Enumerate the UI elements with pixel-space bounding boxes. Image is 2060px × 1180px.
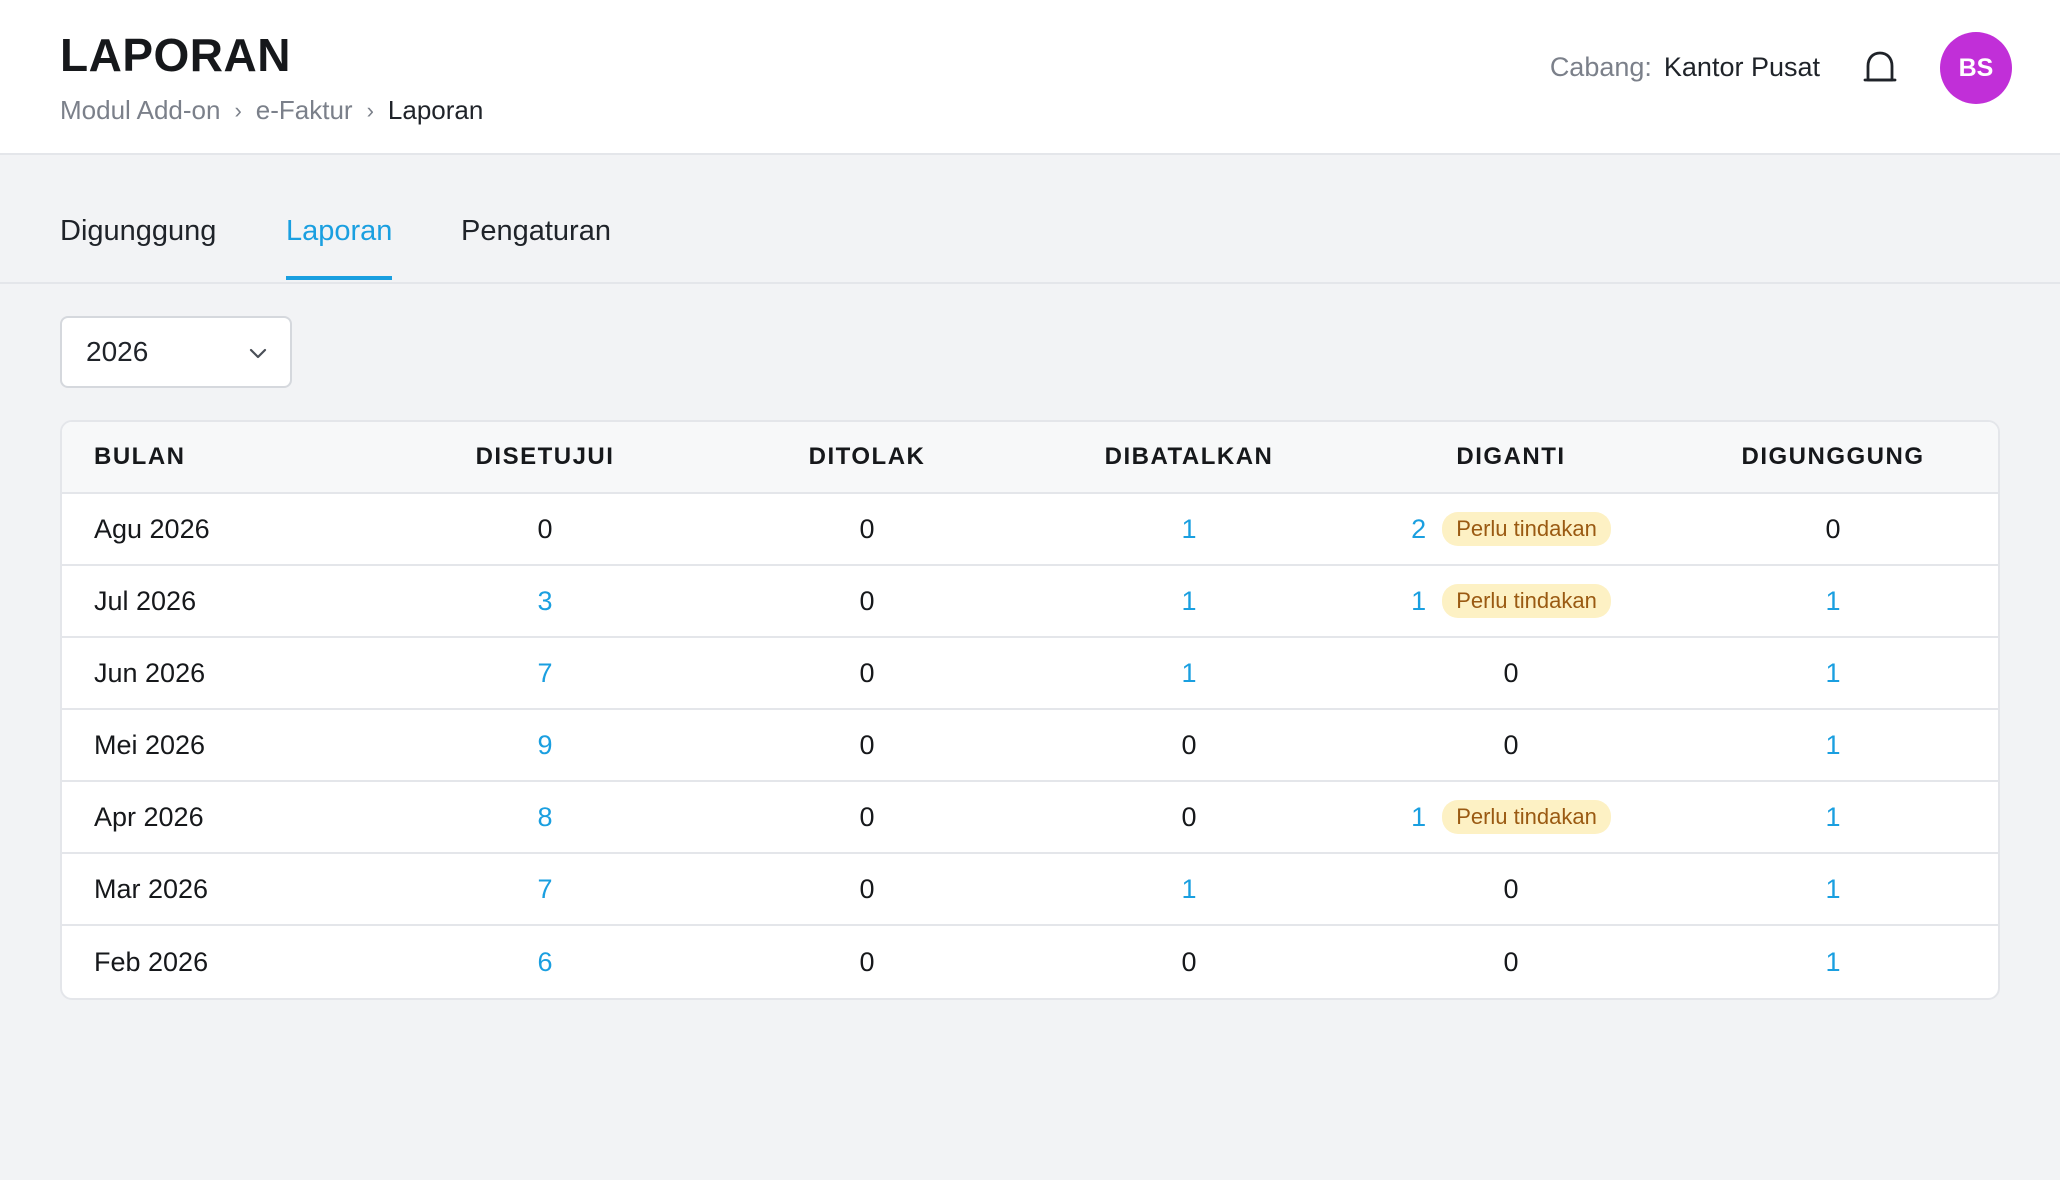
- page-title: LAPORAN: [60, 29, 291, 81]
- cell-dibatalkan: 0: [1181, 946, 1197, 977]
- column-header-diganti: DIGANTI: [1456, 443, 1566, 470]
- breadcrumb-item-current: Laporan: [387, 95, 484, 125]
- cell-diganti-value[interactable]: 1: [1411, 586, 1426, 617]
- table-row: Jun 2026 7 0 1 0 1: [62, 638, 1998, 710]
- cell-dibatalkan: 0: [1181, 729, 1197, 760]
- breadcrumb-separator: ›: [366, 97, 374, 123]
- cell-ditolak: 0: [859, 801, 875, 832]
- cell-disetujui[interactable]: 9: [384, 730, 706, 761]
- breadcrumb: Modul Add-on › e-Faktur › Laporan: [60, 95, 483, 126]
- cell-dibatalkan[interactable]: 1: [1028, 874, 1350, 905]
- bell-icon[interactable]: [1862, 50, 1898, 86]
- cell-diganti-value[interactable]: 1: [1411, 802, 1426, 833]
- table-row: Jul 2026 3 0 1 1 Perlu tindakan 1: [62, 566, 1998, 638]
- breadcrumb-item-modul-addon[interactable]: Modul Add-on: [60, 95, 220, 126]
- tab-digunggung[interactable]: Digunggung: [60, 215, 216, 276]
- cell-diganti: 0: [1350, 658, 1672, 689]
- cell-diganti: 2 Perlu tindakan: [1350, 512, 1672, 546]
- cell-digunggung[interactable]: 1: [1672, 874, 1994, 905]
- cell-dibatalkan: 0: [1181, 801, 1197, 832]
- cell-disetujui[interactable]: 6: [384, 947, 706, 978]
- cell-diganti-value[interactable]: 2: [1411, 514, 1426, 545]
- table-row: Mar 2026 7 0 1 0 1: [62, 854, 1998, 926]
- table-row: Apr 2026 8 0 0 1 Perlu tindakan 1: [62, 782, 1998, 854]
- cell-diganti: 1 Perlu tindakan: [1350, 584, 1672, 618]
- cell-diganti-value: 0: [1503, 946, 1519, 977]
- column-header-dibatalkan: DIBATALKAN: [1104, 443, 1274, 470]
- column-header-digunggung: DIGUNGGUNG: [1741, 443, 1925, 470]
- cell-bulan: Mei 2026: [94, 729, 206, 760]
- cell-ditolak: 0: [859, 585, 875, 616]
- breadcrumb-item-efaktur[interactable]: e-Faktur: [256, 95, 353, 126]
- cell-bulan: Agu 2026: [94, 513, 210, 544]
- tab-pengaturan[interactable]: Pengaturan: [461, 215, 611, 276]
- cell-disetujui[interactable]: 3: [384, 586, 706, 617]
- branch-selector[interactable]: Cabang: Kantor Pusat: [1550, 52, 1820, 83]
- status-badge: Perlu tindakan: [1442, 584, 1611, 618]
- page-header: LAPORAN Modul Add-on › e-Faktur › Lapora…: [0, 0, 2060, 155]
- cell-diganti: 1 Perlu tindakan: [1350, 800, 1672, 834]
- cell-ditolak: 0: [859, 729, 875, 760]
- year-select[interactable]: 2026: [60, 316, 292, 388]
- cell-digunggung: 0: [1825, 513, 1841, 544]
- cell-bulan: Jul 2026: [94, 585, 197, 616]
- cell-ditolak: 0: [859, 513, 875, 544]
- cell-disetujui[interactable]: 7: [384, 658, 706, 689]
- cell-diganti-value: 0: [1503, 657, 1519, 688]
- cell-ditolak: 0: [859, 946, 875, 977]
- cell-diganti-value: 0: [1503, 873, 1519, 904]
- avatar[interactable]: BS: [1940, 32, 2012, 104]
- breadcrumb-separator: ›: [234, 97, 242, 123]
- status-badge: Perlu tindakan: [1442, 512, 1611, 546]
- cell-diganti-value: 0: [1503, 729, 1519, 760]
- cell-ditolak: 0: [859, 873, 875, 904]
- tab-bar: Digunggung Laporan Pengaturan: [0, 155, 2060, 284]
- cell-digunggung[interactable]: 1: [1672, 658, 1994, 689]
- column-header-ditolak: DITOLAK: [808, 443, 926, 470]
- branch-label: Cabang:: [1549, 52, 1652, 82]
- cell-diganti: 0: [1350, 947, 1672, 978]
- cell-disetujui[interactable]: 7: [384, 874, 706, 905]
- table-header-row: BULAN DISETUJUI DITOLAK DIBATALKAN DIGAN…: [62, 422, 1998, 494]
- cell-digunggung[interactable]: 1: [1672, 947, 1994, 978]
- cell-dibatalkan[interactable]: 1: [1028, 586, 1350, 617]
- column-header-disetujui: DISETUJUI: [475, 443, 615, 470]
- table-row: Mei 2026 9 0 0 0 1: [62, 710, 1998, 782]
- cell-bulan: Apr 2026: [94, 801, 204, 832]
- status-badge: Perlu tindakan: [1442, 800, 1611, 834]
- cell-digunggung[interactable]: 1: [1672, 802, 1994, 833]
- cell-bulan: Mar 2026: [94, 873, 209, 904]
- cell-bulan: Feb 2026: [94, 946, 209, 977]
- branch-value[interactable]: Kantor Pusat: [1664, 52, 1820, 83]
- table-row: Feb 2026 6 0 0 0 1: [62, 926, 1998, 998]
- year-select-value: 2026: [86, 336, 149, 367]
- cell-dibatalkan[interactable]: 1: [1028, 658, 1350, 689]
- report-table: BULAN DISETUJUI DITOLAK DIBATALKAN DIGAN…: [60, 420, 2000, 1000]
- table-row: Agu 2026 0 0 1 2 Perlu tindakan 0: [62, 494, 1998, 566]
- table-body: Agu 2026 0 0 1 2 Perlu tindakan 0 Jul 2026 3 0 1 1 P…: [62, 494, 1998, 998]
- cell-bulan: Jun 2026: [94, 657, 206, 688]
- cell-disetujui[interactable]: 8: [384, 802, 706, 833]
- cell-digunggung[interactable]: 1: [1672, 586, 1994, 617]
- cell-disetujui: 0: [537, 513, 553, 544]
- cell-ditolak: 0: [859, 657, 875, 688]
- tab-laporan[interactable]: Laporan: [286, 215, 393, 280]
- column-header-bulan: BULAN: [94, 443, 186, 470]
- cell-diganti: 0: [1350, 730, 1672, 761]
- cell-dibatalkan[interactable]: 1: [1028, 514, 1350, 545]
- cell-diganti: 0: [1350, 874, 1672, 905]
- chevron-down-icon: [249, 348, 267, 359]
- cell-digunggung[interactable]: 1: [1672, 730, 1994, 761]
